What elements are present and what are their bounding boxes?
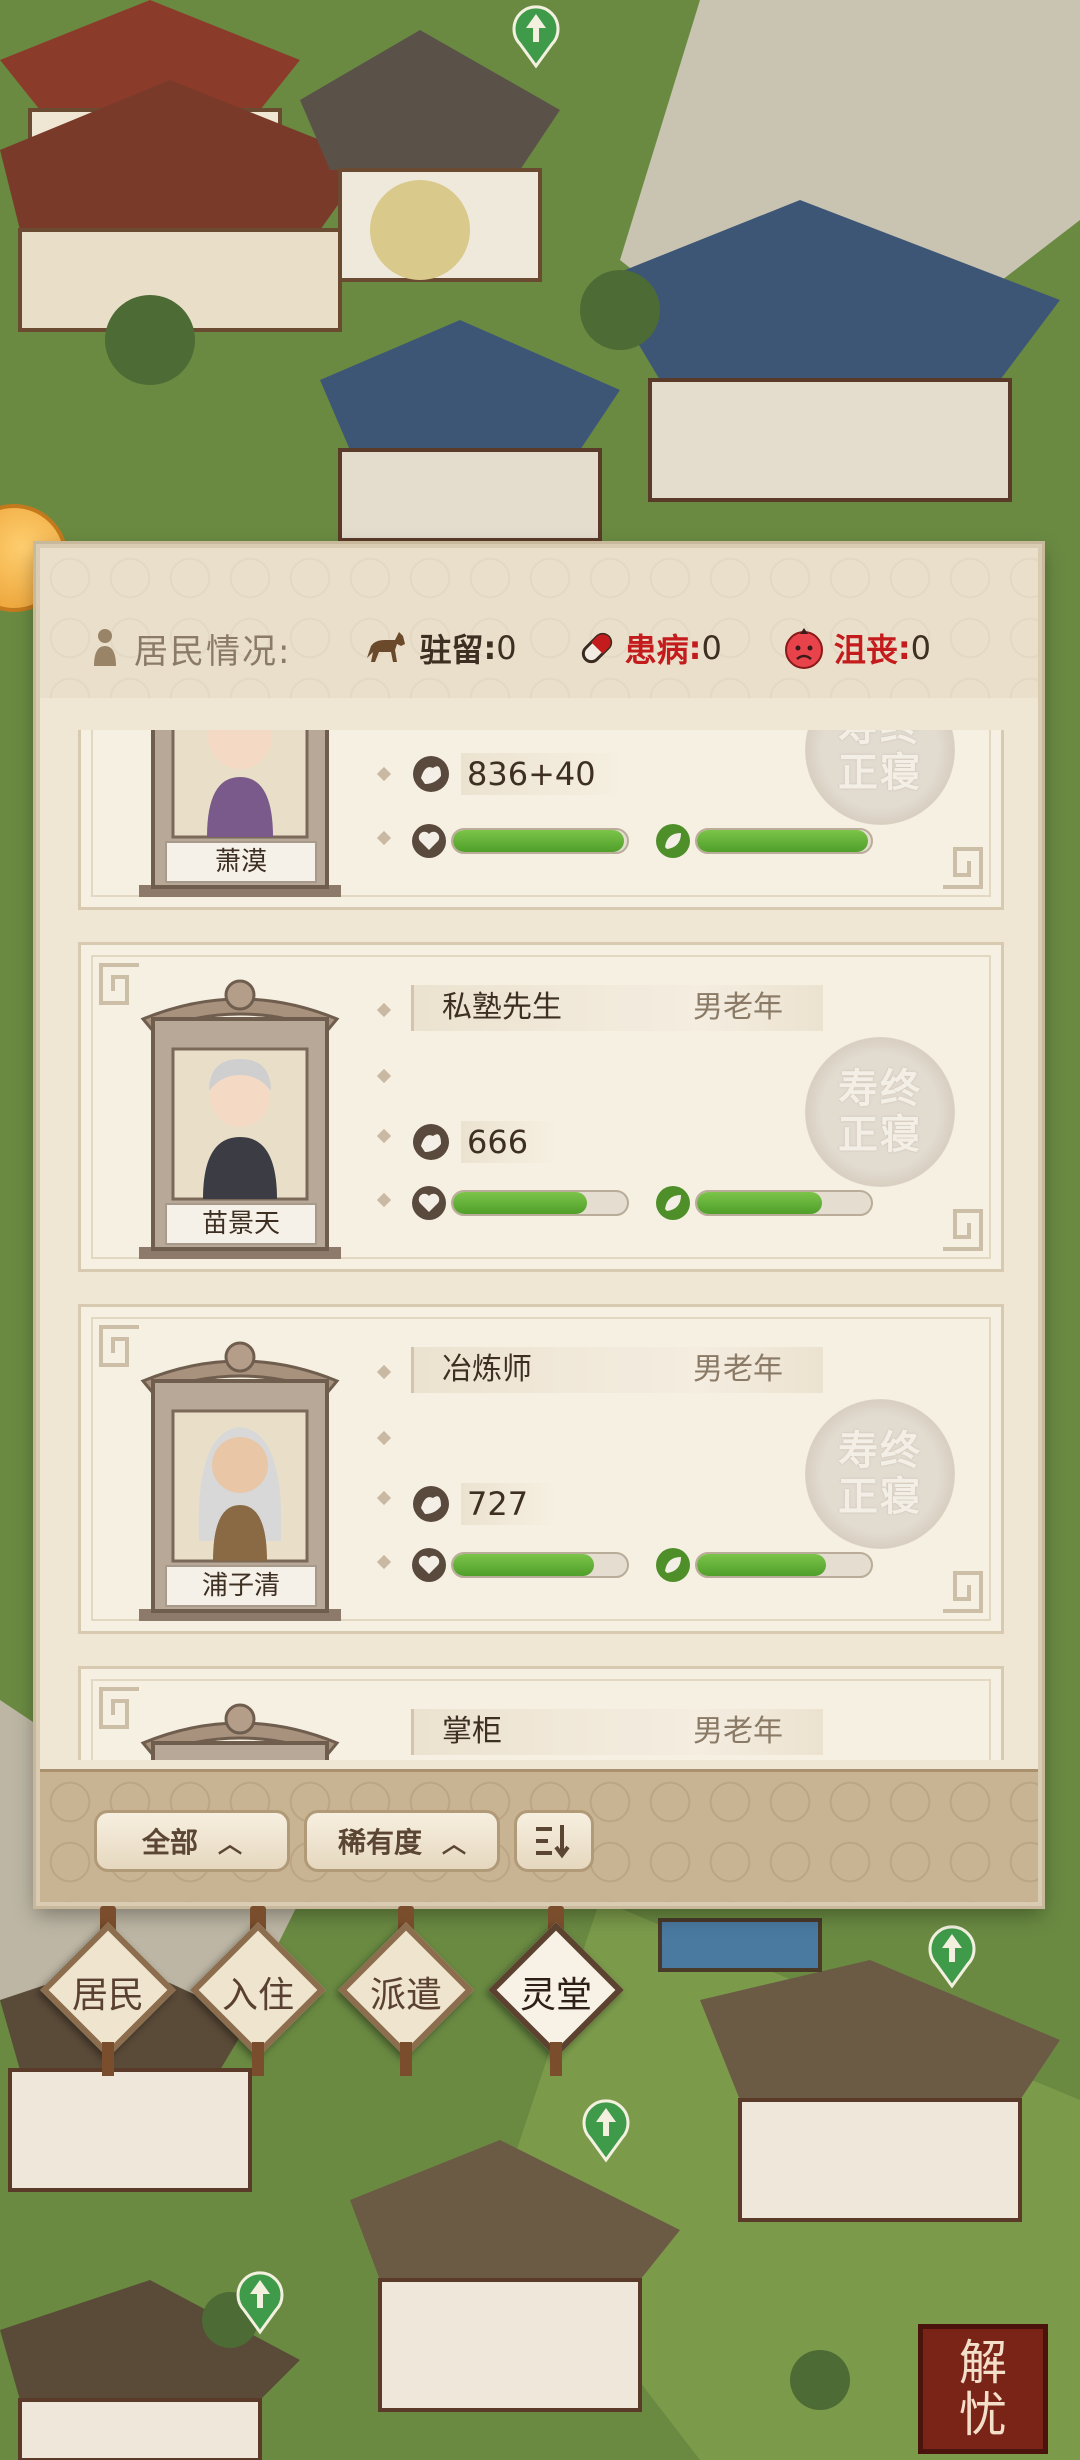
person-icon <box>94 629 116 666</box>
mood-leaf-icon <box>656 824 690 858</box>
job-title: 私塾先生 男老年 <box>411 985 823 1031</box>
sort-icon <box>536 1825 570 1859</box>
mood-leaf-icon <box>656 1548 690 1582</box>
sort-button[interactable] <box>514 1810 594 1872</box>
power-row: 727 <box>411 1483 559 1525</box>
upgrade-marker-icon[interactable] <box>576 2094 636 2164</box>
tab-residents[interactable]: 居民 <box>38 1906 178 2076</box>
status-bars <box>411 1547 899 1583</box>
deceased-seal: 寿终正寝 <box>805 1037 955 1187</box>
sad-face-icon <box>784 628 823 669</box>
panel-header: 居民情况: 驻留:0 患病:0 沮丧: 0 <box>40 548 1038 698</box>
panel-footer: 全部 ︿ 稀有度 ︿ <box>40 1769 1038 1902</box>
status-bars <box>411 823 899 859</box>
power-value: 727 <box>461 1483 559 1525</box>
mood-leaf-icon <box>656 1186 690 1220</box>
resident-name: 萧漠 <box>165 841 317 883</box>
deceased-seal: 寿终正寝 <box>805 1399 955 1549</box>
power-value: 666 <box>461 1121 559 1163</box>
tab-move-in[interactable]: 入住 <box>188 1906 328 2076</box>
gender-age: 男老年 <box>693 990 783 1025</box>
heart-icon <box>412 1186 446 1220</box>
status-bars <box>411 1185 899 1221</box>
upgrade-marker-icon[interactable] <box>922 1920 982 1990</box>
resident-name: 苗景天 <box>165 1203 317 1245</box>
stat-depressed: 沮丧:0 <box>782 625 931 671</box>
residents-panel: 居民情况: 驻留:0 患病:0 沮丧: 0 萧漠 836+40 正寝 苗景天 … <box>36 544 1042 1906</box>
job-title: 掌柜 男老年 <box>411 1709 823 1755</box>
power-row: 836+40 <box>411 753 626 795</box>
portrait-frame: 苗景天 <box>129 979 351 1259</box>
heart-icon <box>412 1548 446 1582</box>
resident-card[interactable]: 萧漠 836+40 正寝 <box>78 730 1004 910</box>
job-title: 冶炼师 男老年 <box>411 1347 823 1393</box>
power-icon <box>413 1486 449 1522</box>
gender-age: 男老年 <box>693 1714 783 1749</box>
portrait-frame: 萧漠 <box>129 730 351 897</box>
stat-stationed: 驻留:0 <box>361 625 517 671</box>
upgrade-marker-icon[interactable] <box>230 2266 290 2336</box>
chevron-up-icon: ︿ <box>442 1829 466 1858</box>
power-icon <box>413 756 449 792</box>
resident-stats: 居民情况: 驻留:0 患病:0 沮丧: 0 <box>90 618 1008 678</box>
residents-label: 居民情况: <box>134 631 292 672</box>
filter-all-button[interactable]: 全部 ︿ <box>94 1810 290 1872</box>
relieve-worries-button[interactable]: 解 忧 <box>918 2324 1048 2454</box>
power-icon <box>413 1124 449 1160</box>
horse-icon <box>367 632 406 662</box>
upgrade-marker-icon[interactable] <box>506 0 566 70</box>
filter-rarity-button[interactable]: 稀有度 ︿ <box>304 1810 500 1872</box>
chevron-up-icon: ︿ <box>218 1829 242 1858</box>
power-value: 836+40 <box>461 753 626 795</box>
resident-card[interactable]: 掌柜 男老年 <box>78 1666 1004 1760</box>
corner-ornament <box>943 1571 983 1613</box>
portrait-frame <box>129 1703 351 1760</box>
corner-ornament <box>943 847 983 889</box>
portrait-frame: 浦子清 <box>129 1341 351 1621</box>
gender-age: 男老年 <box>693 1352 783 1387</box>
resident-card[interactable]: 浦子清 冶炼师 男老年 727 寿终正寝 <box>78 1304 1004 1634</box>
tab-dispatch[interactable]: 派遣 <box>336 1906 476 2076</box>
stat-sick: 患病:0 <box>577 625 722 671</box>
power-row: 666 <box>411 1121 559 1163</box>
resident-list[interactable]: 萧漠 836+40 正寝 苗景天 私塾先生 男老年 666 寿终正寝 浦子清 冶… <box>68 730 1014 1760</box>
corner-ornament <box>943 1209 983 1251</box>
pill-icon <box>581 632 612 664</box>
resident-card[interactable]: 苗景天 私塾先生 男老年 666 寿终正寝 <box>78 942 1004 1272</box>
heart-icon <box>412 824 446 858</box>
resident-name: 浦子清 <box>165 1565 317 1607</box>
tab-memorial-hall[interactable]: 灵堂 <box>486 1906 626 2076</box>
